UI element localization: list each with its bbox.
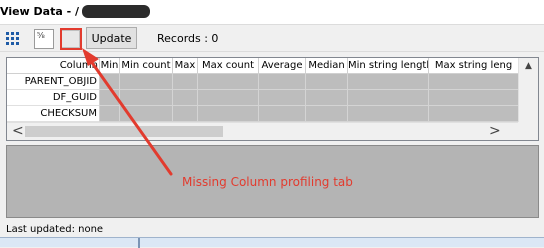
annotation-label: Missing Column profiling tab: [182, 175, 353, 189]
last-updated-status: Last updated: none: [6, 224, 104, 235]
taskbar-strip: [0, 237, 544, 248]
annotation-arrow-icon: [82, 48, 173, 176]
